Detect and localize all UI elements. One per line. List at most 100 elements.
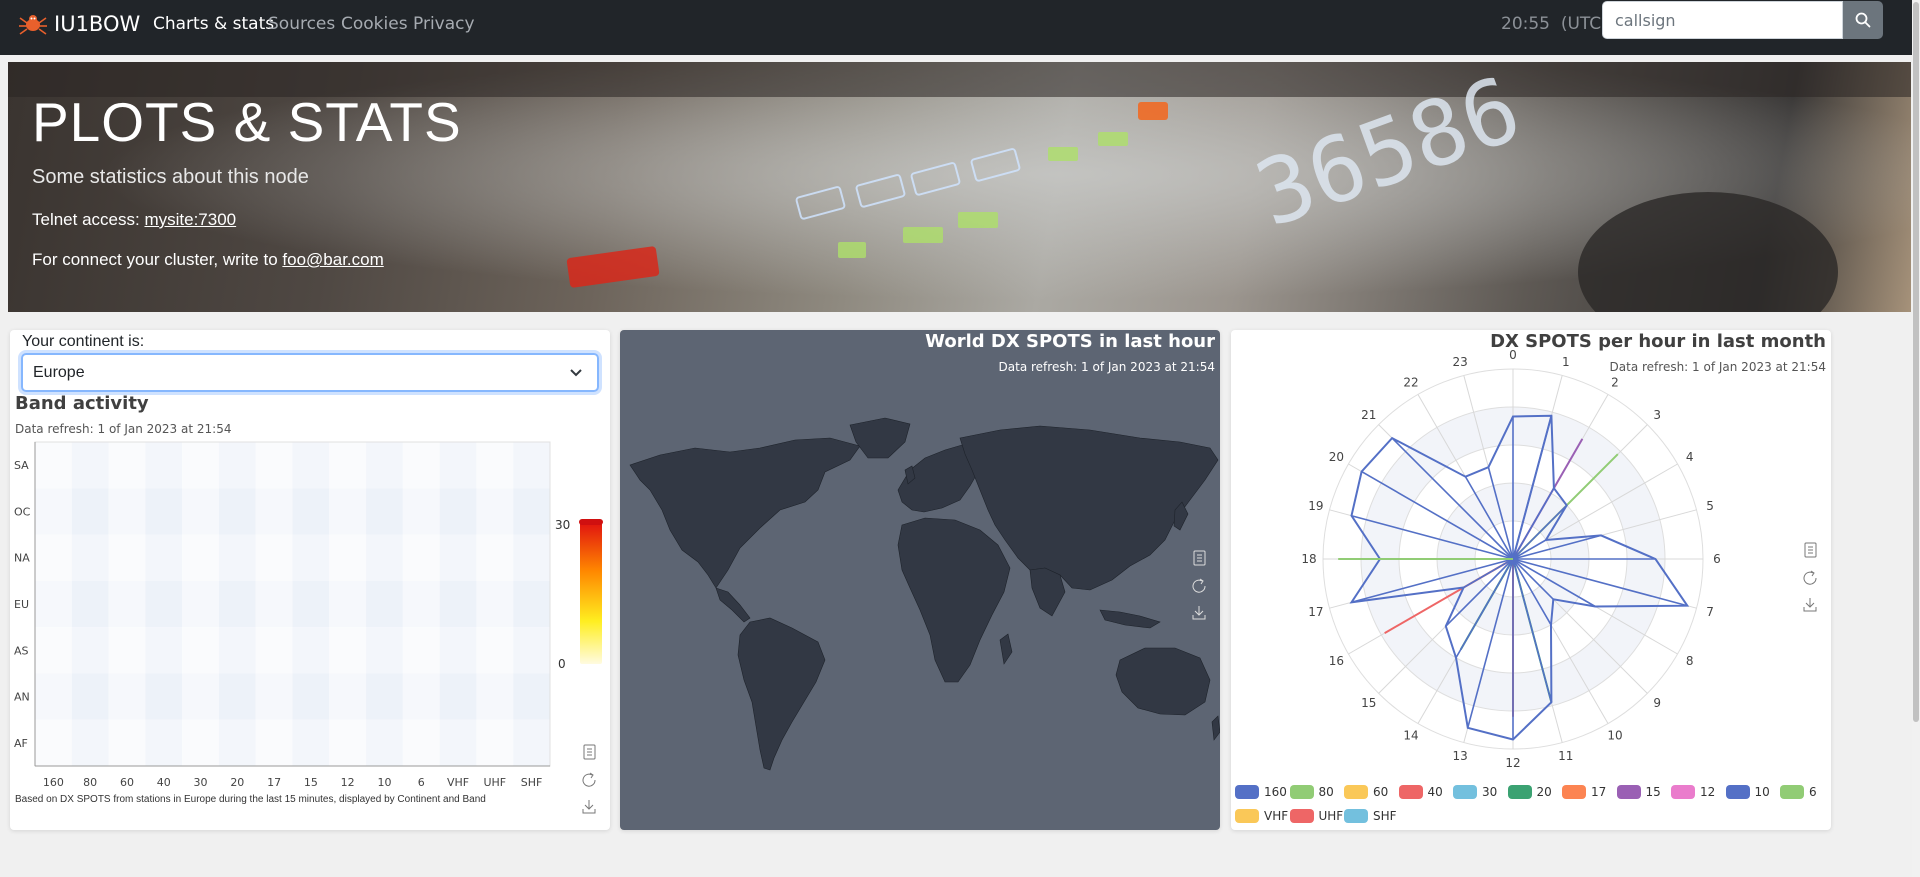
legend-item-VHF[interactable]: VHF — [1235, 809, 1288, 823]
heatmap-cell[interactable] — [402, 627, 440, 674]
heatmap-cell[interactable] — [145, 488, 183, 535]
heatmap-cell[interactable] — [402, 719, 440, 766]
heatmap-cell[interactable] — [255, 719, 293, 766]
heatmap-cell[interactable] — [108, 627, 146, 674]
page-scrollbar[interactable] — [1912, 0, 1920, 877]
heatmap-cell[interactable] — [513, 488, 550, 535]
heatmap-cell[interactable] — [439, 442, 477, 489]
heatmap-cell[interactable] — [35, 627, 72, 674]
heatmap-cell[interactable] — [366, 719, 403, 766]
heatmap-cell[interactable] — [292, 442, 330, 489]
heatmap-cell[interactable] — [218, 627, 256, 674]
heatmap-cell[interactable] — [366, 580, 403, 628]
heatmap-cell[interactable] — [439, 488, 477, 535]
heatmap-cell[interactable] — [439, 627, 477, 674]
heatmap-cell[interactable] — [182, 534, 219, 581]
legend-item-40[interactable]: 40 — [1398, 785, 1443, 799]
heatmap-cell[interactable] — [439, 719, 477, 766]
visual-map-handle[interactable] — [579, 519, 603, 525]
legend-item-15[interactable]: 15 — [1616, 785, 1661, 799]
heatmap-cell[interactable] — [218, 488, 256, 535]
legend-item-160[interactable]: 160 — [1235, 785, 1287, 799]
heatmap-cell[interactable] — [513, 719, 550, 766]
legend-item-12[interactable]: 12 — [1671, 785, 1715, 799]
legend-item-6[interactable]: 6 — [1780, 785, 1817, 799]
heatmap-cell[interactable] — [255, 627, 293, 674]
heatmap-cell[interactable] — [292, 580, 330, 628]
legend-item-SHF[interactable]: SHF — [1344, 809, 1397, 823]
heatmap-cell[interactable] — [439, 673, 477, 720]
heatmap-cell[interactable] — [366, 442, 403, 489]
heatmap-cell[interactable] — [255, 488, 293, 535]
heatmap-cell[interactable] — [182, 488, 219, 535]
heatmap-cell[interactable] — [329, 442, 367, 489]
heatmap-cell[interactable] — [35, 719, 72, 766]
heatmap-cell[interactable] — [255, 673, 293, 720]
heatmap-cell[interactable] — [145, 534, 183, 581]
data-view-icon[interactable] — [583, 744, 596, 760]
heatmap-cell[interactable] — [71, 719, 109, 766]
heatmap-cell[interactable] — [145, 673, 183, 720]
heatmap-cell[interactable] — [292, 719, 330, 766]
heatmap-cell[interactable] — [35, 442, 72, 489]
heatmap-cell[interactable] — [439, 580, 477, 628]
heatmap-cell[interactable] — [329, 673, 367, 720]
telnet-link[interactable]: mysite:7300 — [144, 210, 236, 229]
heatmap-cell[interactable] — [255, 442, 293, 489]
heatmap-cell[interactable] — [366, 488, 403, 535]
restore-icon[interactable] — [1803, 570, 1817, 585]
heatmap-cell[interactable] — [71, 580, 109, 628]
restore-icon[interactable] — [582, 772, 596, 787]
heatmap-cell[interactable] — [329, 534, 367, 581]
heatmap-cell[interactable] — [71, 673, 109, 720]
heatmap-cell[interactable] — [402, 673, 440, 720]
visual-map-bar[interactable] — [580, 521, 602, 664]
heatmap-cell[interactable] — [476, 673, 514, 720]
heatmap-cell[interactable] — [35, 673, 72, 720]
heatmap-cell[interactable] — [108, 442, 146, 489]
heatmap-cell[interactable] — [513, 442, 550, 489]
heatmap-cell[interactable] — [218, 442, 256, 489]
heatmap-cell[interactable] — [182, 719, 219, 766]
heatmap-cell[interactable] — [513, 673, 550, 720]
heatmap-cell[interactable] — [255, 580, 293, 628]
heatmap-cell[interactable] — [402, 580, 440, 628]
download-icon[interactable] — [582, 800, 596, 814]
heatmap-cell[interactable] — [145, 580, 183, 628]
heatmap-cell[interactable] — [35, 534, 72, 581]
legend-item-17[interactable]: 17 — [1562, 785, 1606, 799]
heatmap-cell[interactable] — [255, 534, 293, 581]
nav-charts-stats[interactable]: Charts & stats — [153, 14, 274, 34]
heatmap-cell[interactable] — [145, 627, 183, 674]
world-map[interactable] — [620, 330, 1220, 830]
heatmap-cell[interactable] — [292, 534, 330, 581]
heatmap-cell[interactable] — [71, 627, 109, 674]
heatmap-cell[interactable] — [35, 580, 72, 628]
heatmap-cell[interactable] — [292, 673, 330, 720]
data-view-icon[interactable] — [1804, 542, 1817, 558]
continent-select[interactable]: Europe — [21, 353, 599, 392]
legend-item-UHF[interactable]: UHF — [1289, 809, 1343, 823]
brand[interactable]: IU1BOW — [18, 12, 140, 36]
heatmap-cell[interactable] — [329, 580, 367, 628]
heatmap-cell[interactable] — [476, 580, 514, 628]
heatmap-cell[interactable] — [513, 580, 550, 628]
heatmap-cell[interactable] — [292, 627, 330, 674]
email-link[interactable]: foo@bar.com — [282, 250, 383, 269]
heatmap-cell[interactable] — [402, 534, 440, 581]
download-icon[interactable] — [1803, 598, 1817, 612]
data-view-icon[interactable] — [1193, 550, 1206, 566]
heatmap-cell[interactable] — [476, 627, 514, 674]
heatmap-cell[interactable] — [402, 488, 440, 535]
legend-item-60[interactable]: 60 — [1344, 785, 1388, 799]
heatmap-cell[interactable] — [182, 673, 219, 720]
heatmap-cell[interactable] — [366, 627, 403, 674]
heatmap-cell[interactable] — [108, 673, 146, 720]
heatmap-cell[interactable] — [329, 719, 367, 766]
heatmap-cell[interactable] — [476, 488, 514, 535]
download-icon[interactable] — [1192, 606, 1206, 620]
heatmap-cell[interactable] — [108, 488, 146, 535]
heatmap-cell[interactable] — [513, 627, 550, 674]
heatmap-cell[interactable] — [145, 442, 183, 489]
heatmap-cell[interactable] — [476, 442, 514, 489]
